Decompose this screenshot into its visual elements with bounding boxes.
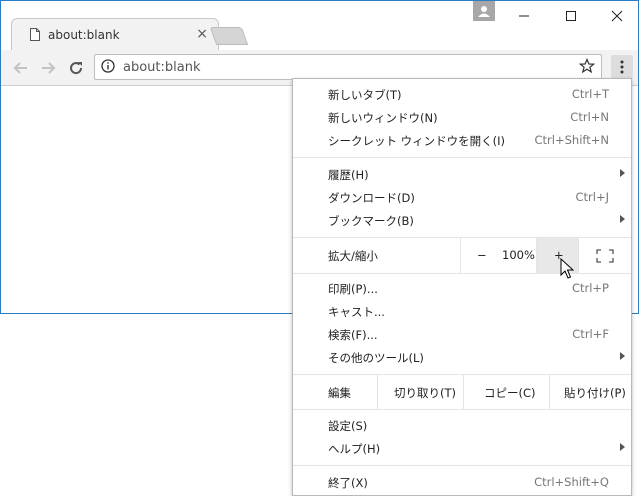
forward-arrow-icon: [42, 62, 56, 74]
mouse-cursor-icon: [560, 258, 574, 279]
menu-item-downloads[interactable]: ダウンロード(D) Ctrl+J: [293, 187, 631, 210]
menu-item-shortcut: Ctrl+T: [571, 87, 609, 101]
menu-item-shortcut: Ctrl+N: [570, 110, 609, 124]
maximize-icon: [566, 11, 576, 21]
zoom-value: 100%: [502, 248, 535, 262]
menu-separator: [293, 409, 631, 410]
cut-button[interactable]: 切り取り(T): [377, 375, 464, 409]
url-text[interactable]: about:blank: [123, 60, 201, 75]
back-button[interactable]: [9, 56, 33, 80]
menu-item-shortcut: Ctrl+J: [575, 190, 610, 204]
menu-item-help[interactable]: ヘルプ(H): [293, 438, 631, 461]
menu-item-label: キャスト...: [328, 305, 385, 319]
info-icon[interactable]: [101, 59, 115, 73]
zoom-out-button[interactable]: −: [460, 238, 503, 273]
edit-row: 編集 切り取り(T) コピー(C) 貼り付け(P): [293, 375, 631, 409]
menu-item-label: 履歴(H): [328, 168, 369, 182]
submenu-arrow-icon: [620, 215, 625, 223]
menu-item-new-tab[interactable]: 新しいタブ(T) Ctrl+T: [293, 84, 631, 107]
menu-separator: [293, 273, 631, 274]
zoom-row: 拡大/縮小 − 100% +: [293, 238, 631, 273]
zoom-level: 100%: [502, 238, 536, 273]
minimize-button[interactable]: [504, 5, 544, 27]
menu-item-bookmarks[interactable]: ブックマーク(B): [293, 210, 631, 233]
tab-about-blank[interactable]: about:blank ×: [11, 18, 219, 51]
menu-item-new-window[interactable]: 新しいウィンドウ(N) Ctrl+N: [293, 107, 631, 130]
zoom-label: 拡大/縮小: [328, 249, 378, 263]
menu-item-label: ヘルプ(H): [328, 442, 381, 456]
paste-button[interactable]: 貼り付け(P): [549, 375, 632, 409]
reload-icon: [70, 62, 83, 75]
menu-item-label: 設定(S): [328, 419, 368, 433]
maximize-button[interactable]: [551, 5, 591, 27]
minimize-icon: [519, 15, 529, 17]
menu-item-label: ブックマーク(B): [328, 214, 414, 228]
menu-item-history[interactable]: 履歴(H): [293, 164, 631, 187]
menu-item-incognito[interactable]: シークレット ウィンドウを開く(I) Ctrl+Shift+N: [293, 130, 631, 153]
menu-button[interactable]: [611, 55, 633, 79]
menu-item-label: 検索(F)...: [328, 328, 378, 342]
fullscreen-icon: [596, 249, 614, 263]
chrome-main-menu: 新しいタブ(T) Ctrl+T 新しいウィンドウ(N) Ctrl+N シークレッ…: [292, 78, 632, 496]
menu-item-find[interactable]: 検索(F)... Ctrl+F: [293, 324, 631, 347]
menu-item-more-tools[interactable]: その他のツール(L): [293, 347, 631, 370]
close-icon: [611, 10, 623, 22]
submenu-arrow-icon: [620, 443, 625, 451]
menu-item-label: ダウンロード(D): [328, 191, 415, 205]
document-icon: [30, 28, 40, 41]
close-window-button[interactable]: [597, 5, 637, 27]
profile-avatar-icon[interactable]: [473, 1, 495, 21]
menu-item-label: その他のツール(L): [328, 351, 424, 365]
menu-separator: [293, 465, 631, 466]
menu-item-shortcut: Ctrl+P: [571, 281, 609, 295]
copy-button[interactable]: コピー(C): [463, 375, 550, 409]
bookmark-star-icon[interactable]: [579, 58, 595, 74]
copy-label: コピー(C): [484, 386, 536, 400]
menu-item-shortcut: Ctrl+Shift+N: [534, 133, 609, 147]
reload-button[interactable]: [64, 56, 88, 80]
menu-item-cast[interactable]: キャスト...: [293, 301, 631, 324]
three-dots-icon: [620, 60, 624, 74]
menu-item-print[interactable]: 印刷(P)... Ctrl+P: [293, 278, 631, 301]
paste-label: 貼り付け(P): [564, 386, 626, 400]
tab-title: about:blank: [48, 28, 120, 42]
menu-item-label: 新しいウィンドウ(N): [328, 111, 438, 125]
fullscreen-button[interactable]: [578, 238, 632, 273]
submenu-arrow-icon: [620, 352, 625, 360]
menu-item-label: 新しいタブ(T): [328, 88, 402, 102]
forward-button[interactable]: [36, 56, 60, 80]
submenu-arrow-icon: [620, 169, 625, 177]
back-arrow-icon: [13, 62, 27, 74]
new-tab-button[interactable]: [209, 27, 249, 45]
menu-item-label: 印刷(P)...: [328, 282, 378, 296]
tab-close-icon[interactable]: ×: [196, 26, 208, 42]
menu-separator: [293, 157, 631, 158]
cut-label: 切り取り(T): [394, 386, 456, 400]
menu-item-shortcut: Ctrl+Shift+Q: [534, 475, 609, 489]
menu-item-shortcut: Ctrl+F: [572, 327, 609, 341]
person-icon: [478, 6, 490, 17]
menu-item-label: 終了(X): [328, 476, 368, 490]
menu-item-exit[interactable]: 終了(X) Ctrl+Shift+Q: [293, 472, 631, 495]
title-bar: about:blank ×: [1, 1, 638, 51]
zoom-minus-label: −: [477, 248, 487, 262]
menu-item-settings[interactable]: 設定(S): [293, 415, 631, 438]
address-bar[interactable]: about:blank: [94, 54, 602, 80]
edit-label: 編集: [328, 386, 351, 400]
menu-item-label: シークレット ウィンドウを開く(I): [328, 134, 506, 148]
